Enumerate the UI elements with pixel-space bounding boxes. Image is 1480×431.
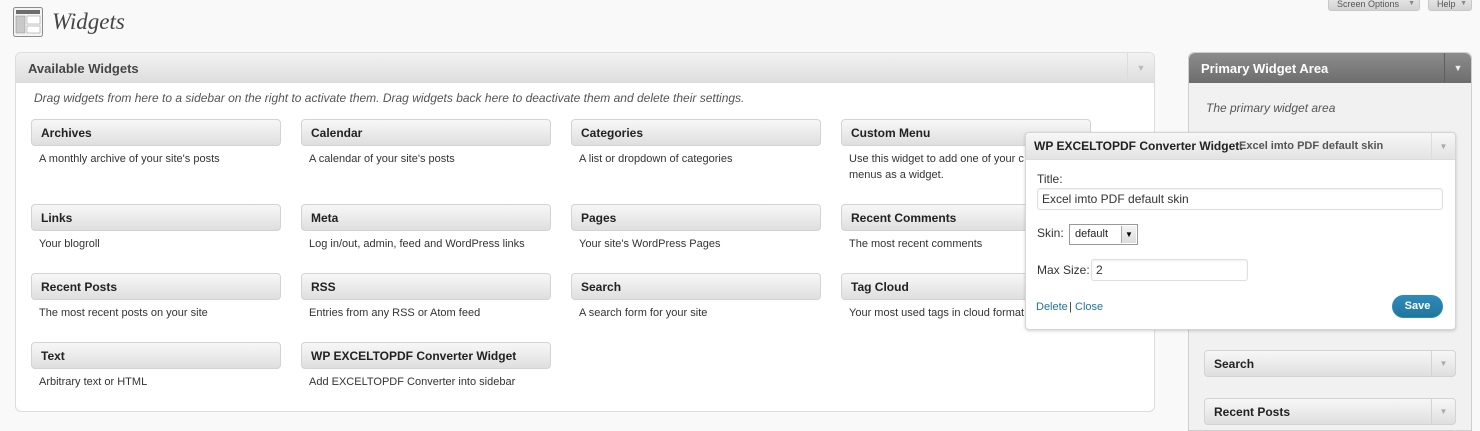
widget-links[interactable]: Links bbox=[31, 204, 281, 231]
expand-toggle-icon[interactable]: ▼ bbox=[1431, 351, 1455, 376]
skin-selected-value: default bbox=[1075, 228, 1109, 240]
widget-rss[interactable]: RSS bbox=[301, 273, 551, 300]
page-title: Widgets bbox=[52, 9, 125, 34]
widget-categories[interactable]: Categories bbox=[571, 119, 821, 146]
expanded-widget-title: WP EXCELTOPDF Converter Widget: bbox=[1034, 139, 1244, 153]
widget-recent-posts-description: The most recent posts on your site bbox=[39, 307, 208, 319]
widget-search-description: A search form for your site bbox=[579, 307, 708, 319]
widget-recent-posts[interactable]: Recent Posts bbox=[31, 273, 281, 300]
widget-calendar-description: A calendar of your site's posts bbox=[309, 153, 455, 165]
chevron-down-icon: ▼ bbox=[1460, 0, 1467, 7]
delete-link[interactable]: Delete bbox=[1036, 301, 1068, 313]
title-field[interactable] bbox=[1037, 188, 1443, 210]
available-widgets-panel: Available Widgets ▼ Drag widgets from he… bbox=[15, 52, 1155, 412]
sidebar-widget-search-label: Search bbox=[1214, 357, 1255, 371]
sidebar-widget-recent-posts[interactable]: Recent Posts ▼ bbox=[1204, 398, 1456, 425]
expand-toggle-icon[interactable]: ▼ bbox=[1431, 399, 1455, 424]
close-link[interactable]: Close bbox=[1075, 301, 1103, 313]
widgets-page-icon bbox=[13, 7, 43, 37]
widget-meta[interactable]: Meta bbox=[301, 204, 551, 231]
skin-select[interactable]: default ▼ bbox=[1069, 224, 1138, 245]
primary-widget-area-title: Primary Widget Area bbox=[1201, 61, 1329, 76]
widget-archives-description: A monthly archive of your site's posts bbox=[39, 153, 220, 165]
expanded-widget-subtitle: Excel imto PDF default skin bbox=[1239, 140, 1384, 152]
link-separator: | bbox=[1069, 301, 1072, 313]
widget-search[interactable]: Search bbox=[571, 273, 821, 300]
expanded-widget-header[interactable]: WP EXCELTOPDF Converter Widget: Excel im… bbox=[1026, 133, 1455, 160]
help-label: Help bbox=[1437, 0, 1456, 9]
screen-options-tab[interactable]: Screen Options ▼ bbox=[1328, 0, 1420, 11]
chevron-down-icon: ▼ bbox=[1408, 0, 1415, 7]
save-button[interactable]: Save bbox=[1392, 295, 1443, 318]
title-field-label: Title: bbox=[1037, 172, 1063, 186]
widget-pages-description: Your site's WordPress Pages bbox=[579, 238, 721, 250]
widget-archives[interactable]: Archives bbox=[31, 119, 281, 146]
widget-text-description: Arbitrary text or HTML bbox=[39, 376, 148, 388]
available-widgets-title: Available Widgets bbox=[28, 61, 139, 76]
collapse-toggle-icon[interactable]: ▼ bbox=[1444, 53, 1471, 82]
screen-options-label: Screen Options bbox=[1337, 0, 1400, 9]
skin-field-label: Skin: bbox=[1037, 226, 1064, 240]
primary-widget-area-header[interactable]: Primary Widget Area ▼ bbox=[1189, 53, 1471, 83]
dropdown-arrow-icon[interactable]: ▼ bbox=[1121, 226, 1136, 243]
collapse-toggle-icon[interactable]: ▼ bbox=[1431, 133, 1455, 160]
expanded-widget-editor[interactable]: WP EXCELTOPDF Converter Widget: Excel im… bbox=[1025, 132, 1456, 330]
available-widgets-description: Drag widgets from here to a sidebar on t… bbox=[34, 91, 745, 105]
max-size-field[interactable] bbox=[1091, 259, 1248, 281]
widget-wp-exceltopdf-converter-description: Add EXCELTOPDF Converter into sidebar bbox=[309, 376, 516, 388]
widget-categories-description: A list or dropdown of categories bbox=[579, 153, 733, 165]
collapse-toggle-icon[interactable]: ▼ bbox=[1127, 53, 1154, 82]
widget-links-description: Your blogroll bbox=[39, 238, 100, 250]
widget-meta-description: Log in/out, admin, feed and WordPress li… bbox=[309, 238, 525, 250]
help-tab[interactable]: Help ▼ bbox=[1428, 0, 1472, 11]
sidebar-widget-search[interactable]: Search ▼ bbox=[1204, 350, 1456, 377]
widget-wp-exceltopdf-converter[interactable]: WP EXCELTOPDF Converter Widget bbox=[301, 342, 551, 369]
widget-text[interactable]: Text bbox=[31, 342, 281, 369]
primary-widget-area-description: The primary widget area bbox=[1206, 101, 1336, 115]
widget-pages[interactable]: Pages bbox=[571, 204, 821, 231]
widget-rss-description: Entries from any RSS or Atom feed bbox=[309, 307, 481, 319]
max-size-field-label: Max Size: bbox=[1037, 263, 1090, 277]
available-widgets-header[interactable]: Available Widgets ▼ bbox=[16, 53, 1154, 83]
sidebar-widget-recent-posts-label: Recent Posts bbox=[1214, 405, 1291, 419]
widget-calendar[interactable]: Calendar bbox=[301, 119, 551, 146]
